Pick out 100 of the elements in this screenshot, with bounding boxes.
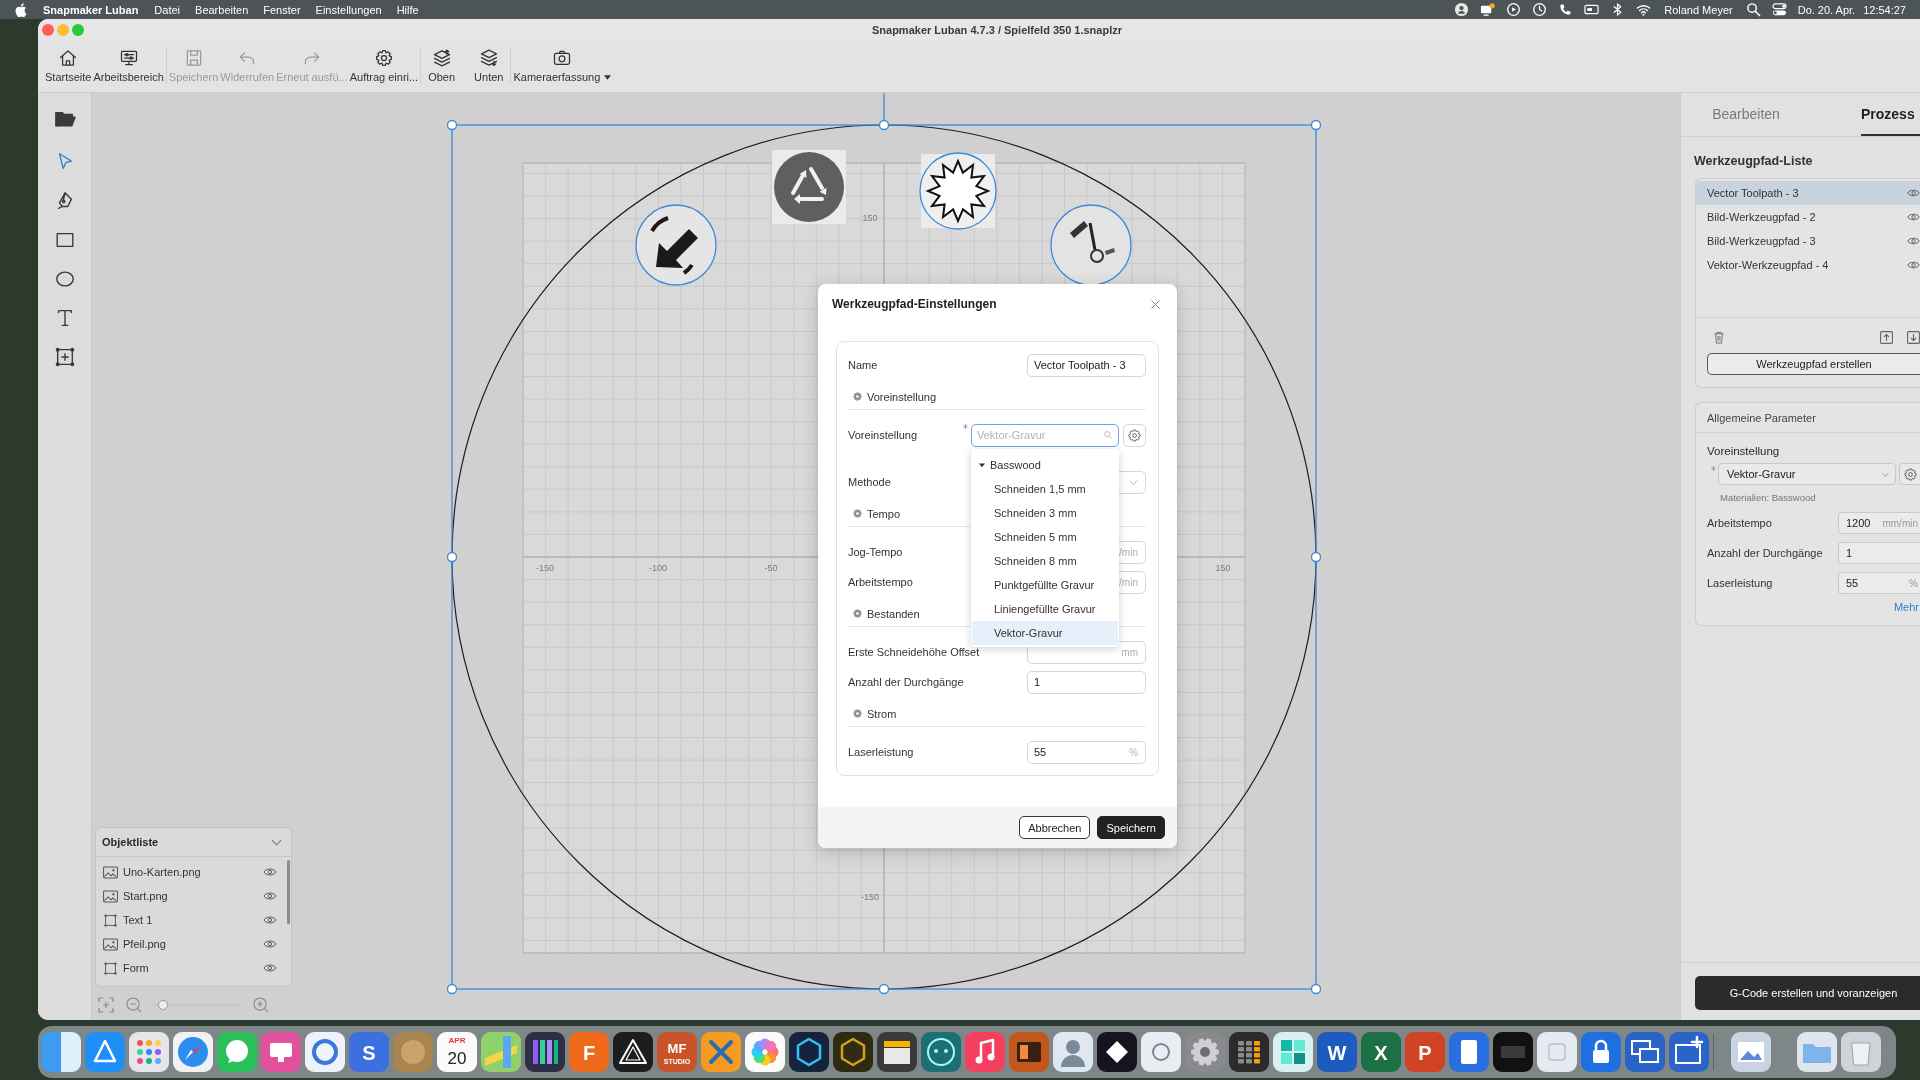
calendar-icon[interactable]: APR 20 [437,1032,477,1072]
toolpath-item[interactable]: Vector Toolpath - 3 [1696,181,1920,205]
eye-icon[interactable] [1907,236,1920,246]
toolpath-item[interactable]: Bild-Werkzeugpfad - 2 [1696,205,1920,229]
folder-icon[interactable] [1797,1032,1837,1072]
move-down-button[interactable]: Unten [473,40,505,92]
resize-handle[interactable] [1310,983,1322,995]
menu-bar-date[interactable]: Do. 20. Apr. [1797,3,1856,16]
settings-button[interactable] [1899,463,1920,485]
flower-icon[interactable] [745,1032,785,1072]
compass-icon[interactable] [173,1032,213,1072]
settings-button[interactable] [1123,423,1146,447]
user-name[interactable]: Roland Meyer [1664,3,1733,16]
menu-bar-time[interactable]: 12:54:27 [1863,3,1906,16]
dropdown-option[interactable]: Schneiden 1,5 mm [972,477,1118,501]
job-setup-button[interactable]: Auftrag einri... [348,40,420,92]
resize-handle[interactable] [878,119,890,131]
letter-tile-icon[interactable]: S [349,1032,389,1072]
close-icon[interactable] [1151,299,1160,309]
dropdown-option[interactable]: Vektor-Gravur [972,621,1118,645]
cross-icon[interactable] [701,1032,741,1072]
dropdown-option[interactable]: Liniengefüllte Gravur [972,597,1118,621]
monitor-icon[interactable] [261,1032,301,1072]
dot-grid-icon[interactable] [129,1032,169,1072]
input-field[interactable]: 55 % [1838,572,1920,594]
input-field[interactable]: 1 [1027,670,1146,694]
toolpath-item[interactable]: Vektor-Werkzeugpfad - 4 [1696,253,1920,277]
menu-item[interactable]: Datei [154,3,181,16]
settings-icon[interactable] [1185,1032,1225,1072]
panel-icon[interactable] [1009,1032,1049,1072]
apple-logo-icon[interactable] [15,2,27,17]
eye-icon[interactable] [263,939,277,949]
zoom-in-icon[interactable] [253,997,269,1013]
menu-item[interactable]: Einstellungen [315,3,382,16]
trash-icon[interactable] [1713,330,1725,344]
monitor-notification-icon[interactable] [1480,2,1496,17]
eye-icon[interactable] [263,867,277,877]
input-field[interactable]: 1 [1838,542,1920,564]
input-field[interactable]: 55 % [1027,740,1146,764]
window-close-button[interactable] [42,23,54,36]
object-list-item[interactable]: Form [96,956,283,980]
ring-icon[interactable] [305,1032,345,1072]
object-list-item[interactable]: Pfeil.png [96,932,283,956]
option-group-label[interactable]: Basswood [990,459,1041,471]
eye-icon[interactable] [263,963,277,973]
puzzle-grid-icon[interactable] [1273,1032,1313,1072]
window-icon[interactable] [877,1032,917,1072]
dropdown-option[interactable]: Punktgefüllte Gravur [972,573,1118,597]
dropdown-option[interactable]: Schneiden 3 mm [972,501,1118,525]
resize-handle[interactable] [446,551,458,563]
save-button[interactable]: Speichern [1097,816,1165,839]
user-circle-icon[interactable] [1454,2,1470,17]
resize-handle[interactable] [446,119,458,131]
music-note-icon[interactable] [965,1032,1005,1072]
clock-icon[interactable] [1532,2,1548,17]
eye-icon[interactable] [1907,260,1920,270]
search-icon[interactable] [1745,2,1761,17]
move-up-icon[interactable] [1880,330,1893,344]
square-tile-icon[interactable] [1537,1032,1577,1072]
eye-icon[interactable] [1907,212,1920,222]
triangle-tile-icon[interactable] [85,1032,125,1072]
dropdown-option[interactable]: Schneiden 8 mm [972,549,1118,573]
letter-tile-icon[interactable]: X [1361,1032,1401,1072]
input-field[interactable]: 1200 mm/min [1838,512,1920,534]
object-list-item[interactable]: Uno-Karten.png [96,860,283,884]
calculator-icon[interactable] [1229,1032,1269,1072]
dropdown-option[interactable]: Schneiden 5 mm [972,525,1118,549]
two-dot-ring-icon[interactable] [921,1032,961,1072]
resize-handle[interactable] [446,983,458,995]
app-menu[interactable]: Snapmaker Luban [43,3,139,16]
play-circle-icon[interactable] [1506,2,1522,17]
screens-icon[interactable] [1625,1032,1665,1072]
eye-icon[interactable] [1907,188,1920,198]
picture-icon[interactable] [1731,1032,1771,1072]
preset-select[interactable]: Vektor-Gravur [1718,463,1896,485]
control-center-icon[interactable] [1771,2,1787,17]
zoom-out-icon[interactable] [126,997,142,1013]
document-icon[interactable] [1449,1032,1489,1072]
eye-icon[interactable] [263,915,277,925]
letter-tile-icon[interactable]: W [1317,1032,1357,1072]
resize-handle[interactable] [878,983,890,995]
resize-handle[interactable] [1310,551,1322,563]
chevron-down-icon[interactable] [271,838,282,846]
move-down-icon[interactable] [1907,330,1920,344]
workspace-button[interactable]: Arbeitsbereich [92,40,165,92]
slider-thumb[interactable] [157,1000,168,1010]
menu-item[interactable]: Fenster [263,3,301,16]
scrollbar[interactable] [287,860,290,924]
camera-capture-button[interactable]: Kameraerfassung [512,40,613,92]
chat-bubble-icon[interactable] [217,1032,257,1072]
card-icon[interactable] [1584,2,1600,17]
caret-icon[interactable] [979,462,985,468]
lock-icon[interactable] [1581,1032,1621,1072]
move-up-button[interactable]: Oben [427,40,457,92]
eye-icon[interactable] [263,891,277,901]
menu-item[interactable]: Bearbeiten [195,3,249,16]
menu-item[interactable]: Hilfe [396,3,419,16]
trash-icon[interactable] [1841,1032,1881,1072]
box-icon[interactable] [1493,1032,1533,1072]
toolpath-item[interactable]: Bild-Werkzeugpfad - 3 [1696,229,1920,253]
